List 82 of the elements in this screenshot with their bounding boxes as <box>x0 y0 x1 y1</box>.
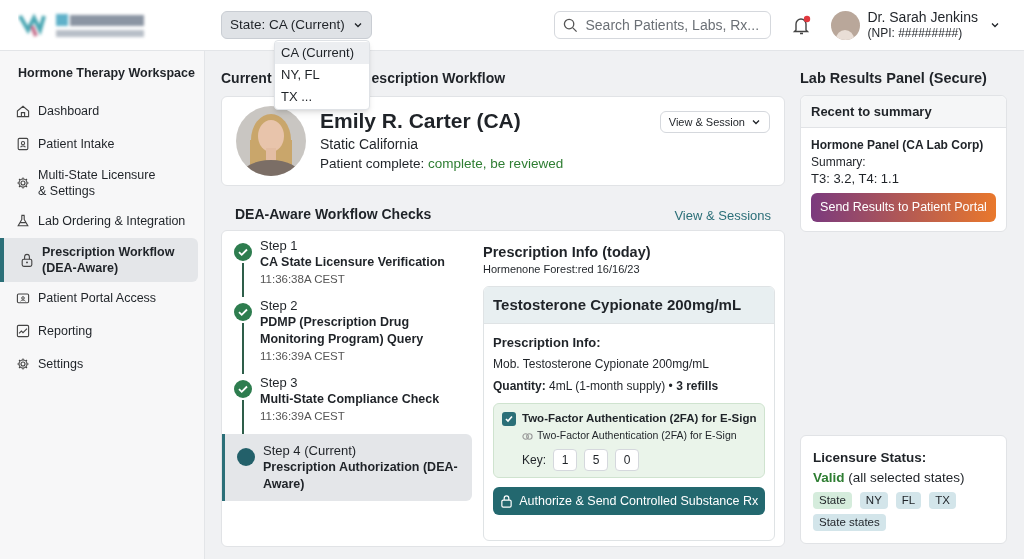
licensure-valid: Valid <box>813 470 845 485</box>
state-tag: FL <box>895 492 922 509</box>
info-text: Mob. Testosterone Cypionate 200mg/mL <box>493 356 710 373</box>
sidebar-item[interactable]: Reporting <box>0 314 198 348</box>
sidebar-item[interactable]: Dashboard <box>0 94 198 128</box>
dropdown-option[interactable]: TX ... <box>275 86 369 108</box>
checkbox[interactable] <box>502 411 516 426</box>
step-title: PDMP (Prescription Drug Monitoring Program) Query <box>260 314 425 348</box>
authorize-button[interactable]: Authorize & Send Controlled Substance Rx <box>493 487 766 515</box>
bell-icon[interactable] <box>790 14 813 36</box>
chevron-down-icon <box>352 20 363 30</box>
step-label: Step 3 <box>260 374 299 391</box>
panel-title: Lab Results Panel (Secure) <box>800 69 988 87</box>
step-label: Step 4 (Current) <box>263 442 358 459</box>
twofa-hint: Two-Factor Authentication (2FA) for E-Sign <box>537 428 737 444</box>
sidebar-item[interactable]: Patient Intake <box>0 127 198 161</box>
chevron-down-icon <box>751 117 761 127</box>
key-input[interactable]: 5 <box>584 449 608 471</box>
step-time: 11:36:39A CEST <box>260 349 346 364</box>
chevron-down-icon[interactable] <box>990 20 1000 30</box>
view-session-dropdown[interactable]: View & Session <box>659 111 770 133</box>
step-label: Step 1 <box>260 237 299 254</box>
patient-location: Static California <box>320 135 420 154</box>
send-results-button[interactable]: Send Results to Patient Portal <box>811 193 996 222</box>
lock-icon <box>19 251 35 268</box>
sidebar-title: Hormone Therapy Workspace <box>17 65 196 82</box>
view-sessions-link[interactable]: View & Sessions <box>674 205 771 225</box>
step-title: Prescription Authorization (DEA-Aware) <box>263 459 459 493</box>
info-label: Prescription Info: <box>493 334 602 352</box>
gear-icon <box>15 356 31 373</box>
id-card-icon <box>15 136 31 153</box>
key-label: Key: <box>522 452 546 469</box>
card-header: Recent to summary <box>801 96 1006 128</box>
search-field[interactable]: Search Patients, Labs, Rx... <box>553 11 771 39</box>
state-dropdown[interactable]: State: CA (Current) <box>221 11 372 39</box>
licensure-title: Licensure Status: <box>813 448 928 467</box>
sidebar-item[interactable]: Prescription Workflow (DEA-Aware) <box>0 237 198 282</box>
sidebar-item[interactable]: Multi-State Licensure & Settings <box>0 160 198 205</box>
workflow-step[interactable]: Step 3 Multi-State Compliance Check 11:36:39A CEST <box>222 374 472 434</box>
status-value: complete, be reviewed <box>428 156 564 171</box>
section-title: DEA-Aware Workflow Checks <box>235 205 432 224</box>
step-label: Step 2 <box>260 297 299 314</box>
sidebar-item[interactable]: Patient Portal Access <box>0 281 198 315</box>
sidebar-item[interactable]: Lab Ordering & Integration <box>0 204 198 238</box>
status-label: Patient complete: <box>320 156 425 171</box>
lab-panel-name: Hormone Panel (CA Lab Corp) <box>811 137 985 154</box>
drug-name: Testosterone Cypionate 200mg/mL <box>484 287 775 324</box>
gear-icon <box>15 174 31 191</box>
rx-subtitle: Hormenone Forest:red 16/16/23 <box>483 262 641 277</box>
key-input[interactable]: 1 <box>553 449 577 471</box>
key-input[interactable]: 0 <box>615 449 639 471</box>
state-tag: TX <box>929 492 956 509</box>
twofa-label: Two-Factor Authentication (2FA) for E-Sign <box>522 411 757 426</box>
page-title: Current <box>221 69 272 88</box>
link-icon <box>522 430 533 442</box>
summary-label: Summary: <box>811 154 867 170</box>
rx-title: Prescription Info (today) <box>483 243 652 262</box>
user-npi: (NPI: #########) <box>867 26 964 42</box>
lock-icon <box>500 494 514 508</box>
workflow-step[interactable]: Step 1 CA State Licensure Verification 11:36:38A CEST <box>222 237 472 297</box>
summary-values: T3: 3.2, T4: 1.1 <box>811 170 900 188</box>
step-title: CA State Licensure Verification <box>260 254 445 271</box>
state-tag: State states <box>813 514 886 531</box>
home-icon <box>15 103 31 120</box>
step-time: 11:36:38A CEST <box>260 272 346 287</box>
quantity-text: Quantity: 4mL (1-month supply) • 3 refills <box>493 378 720 395</box>
workflow-step[interactable]: Step 2 PDMP (Prescription Drug Monitoring Program) Query 11:36:39A CEST <box>222 297 472 374</box>
licensure-note: (all selected states) <box>848 470 965 485</box>
dropdown-option[interactable]: NY, FL <box>275 64 369 86</box>
step-title: Multi-State Compliance Check <box>260 391 440 408</box>
chart-icon <box>15 323 31 340</box>
sidebar-item[interactable]: Settings <box>0 347 198 381</box>
state-tag: State <box>813 492 852 509</box>
checkmark-icon <box>504 413 514 424</box>
dropdown-option[interactable]: CA (Current) <box>275 42 369 64</box>
state-tag: NY <box>859 492 888 509</box>
patient-name: Emily R. Carter (CA) <box>320 108 522 134</box>
workflow-step[interactable]: Step 4 (Current) Prescription Authorization (DEA-Aware) <box>222 434 472 501</box>
search-icon <box>562 17 578 33</box>
user-name: Dr. Sarah Jenkins <box>867 8 978 27</box>
page-title: escription Workflow <box>371 69 506 88</box>
step-time: 11:36:39A CEST <box>260 409 346 424</box>
